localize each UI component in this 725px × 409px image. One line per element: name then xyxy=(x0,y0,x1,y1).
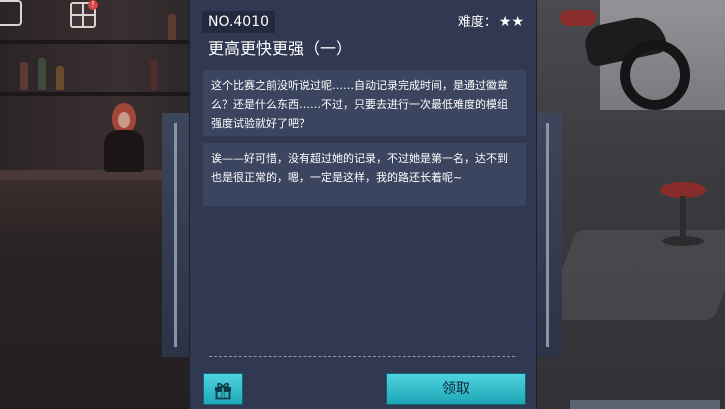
partial-hud xyxy=(570,400,720,409)
difficulty-stars: ★★ xyxy=(498,14,524,30)
character-body xyxy=(104,130,144,172)
dialogue-box: 这个比赛之前没听说过呢……自动记录完成时间，是通过徽章么？还是什么东西……不过，… xyxy=(203,70,526,136)
panel-left-flap xyxy=(162,113,192,357)
dialogue-text: 这个比赛之前没听说过呢……自动记录完成时间，是通过徽章么？还是什么东西……不过，… xyxy=(211,79,508,130)
stool-base xyxy=(662,236,704,246)
dashed-divider xyxy=(209,356,515,357)
bar-shelf xyxy=(0,40,200,44)
difficulty-label: 难度： xyxy=(457,15,497,30)
dialogue-box: 诶——好可惜，没有超过她的记录，不过她是第一名，达不到也是很正常的，嗯，一定是这… xyxy=(203,143,526,206)
bottle xyxy=(38,58,46,90)
gift-icon xyxy=(215,382,231,400)
menu-icon[interactable] xyxy=(0,0,22,26)
bottle xyxy=(56,66,64,90)
mission-title: 更高更快更强（一） xyxy=(208,39,353,58)
motorcycle-tire xyxy=(620,40,690,110)
bottle xyxy=(150,60,158,90)
claim-button[interactable]: 领取 xyxy=(386,373,526,405)
mission-number: NO.4010 xyxy=(202,11,276,33)
bottle xyxy=(168,14,176,40)
panel-right-flap xyxy=(532,113,562,357)
flap-stripe xyxy=(174,123,177,347)
mission-panel: NO.4010 难度： ★★ 更高更快更强（一） 这个比赛之前没听说过呢……自动记… xyxy=(190,0,536,409)
bottle xyxy=(20,62,28,90)
bar-shelf xyxy=(0,92,200,96)
notification-badge: ! xyxy=(88,0,98,10)
gift-button[interactable] xyxy=(203,373,243,405)
flap-stripe xyxy=(546,123,549,347)
stool-leg xyxy=(680,196,686,236)
character-face xyxy=(118,112,130,128)
dialogue-text: 诶——好可惜，没有超过她的记录，不过她是第一名，达不到也是很正常的，嗯，一定是这… xyxy=(211,152,508,184)
difficulty-rating: 难度： ★★ xyxy=(458,11,524,33)
motorcycle-part xyxy=(560,10,596,26)
